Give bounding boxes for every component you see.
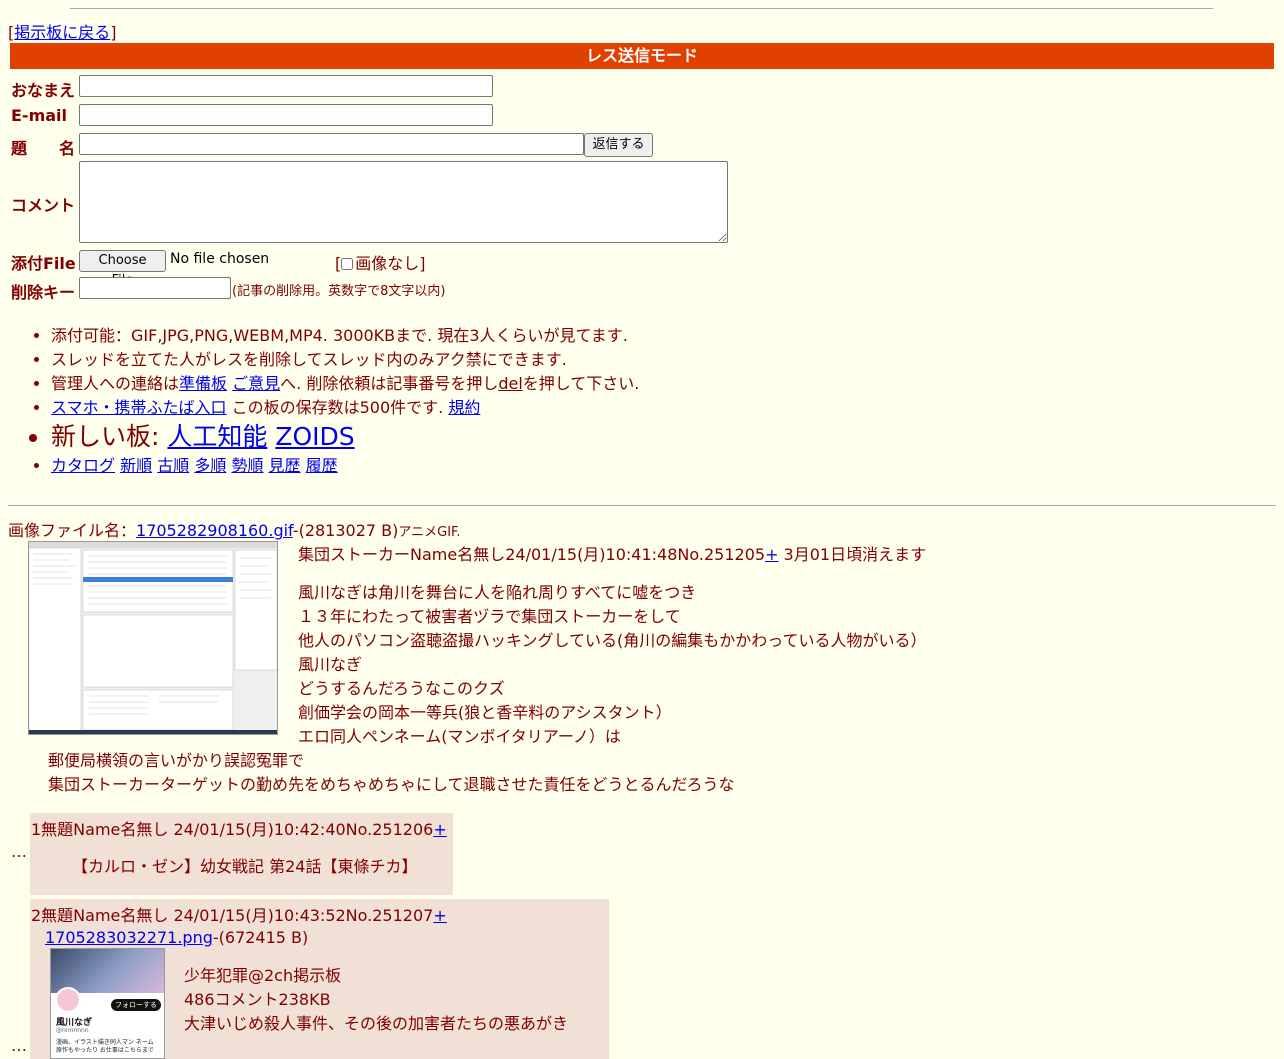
note-thread-ban: スレッドを立てた人がレスを削除してスレッド内のみアク禁にできます.	[51, 348, 639, 372]
op-body-line: １３年にわたって被害者ヅラで集団ストーカーをして	[298, 607, 681, 626]
avatar	[55, 987, 81, 1013]
file-label: 添付File	[11, 254, 76, 273]
op-thumbnail[interactable]	[28, 541, 278, 735]
new-boards-label: 新しい板:	[51, 422, 168, 451]
op-body-continued: 郵便局横領の言いがかり誤認冤罪で 集団ストーカーターゲットの勤め先をめちゃめちゃ…	[48, 749, 735, 797]
note-contact-text3: を押して下さい.	[522, 374, 640, 393]
prep-board-link[interactable]: 準備板	[179, 374, 227, 393]
op-file-link[interactable]: 1705282908160.gif	[136, 521, 293, 540]
note-new-boards: 新しい板: 人工知能 ZOIDS	[51, 420, 639, 454]
reply-1-plus-link[interactable]: +	[433, 820, 446, 839]
post-history-link[interactable]: 履歴	[306, 456, 338, 475]
mobile-entry-link[interactable]: スマホ・携帯ふたば入口	[51, 398, 227, 417]
file-status: No file chosen	[170, 251, 270, 267]
follow-button: フォローする	[111, 999, 161, 1011]
email-input[interactable]	[79, 104, 493, 126]
op-body-line: 風川なぎは角川を舞台に人を陥れ周りすべてに嘘をつき	[298, 583, 697, 602]
reply-1-header: 1無題Name名無し 24/01/15(月)10:42:40No.251206+	[31, 816, 447, 840]
catalog-link[interactable]: カタログ	[51, 456, 115, 475]
note-contact-text2: へ. 削除依頼は記事番号を押し	[280, 374, 499, 393]
sort-many-link[interactable]: 多順	[194, 456, 226, 475]
no-image-option: [画像なし]	[335, 250, 426, 274]
op-plus-link[interactable]: +	[765, 545, 778, 564]
delete-key-input[interactable]	[79, 277, 231, 299]
reply-2-body-line: 大津いじめ殺人事件、その後の加害者たちの悪あがき	[184, 1014, 569, 1033]
op-file-type: アニメGIF.	[398, 525, 461, 540]
reply-2-dots: …	[11, 1036, 27, 1055]
op-thumbnail-image	[29, 542, 277, 734]
reply-2-body: 少年犯罪@2ch掲示板 486コメント238KB 大津いじめ殺人事件、その後の加…	[184, 964, 568, 1036]
delete-key-label: 削除キー	[11, 283, 76, 302]
reply-1-dots: …	[11, 842, 27, 861]
name-input[interactable]	[79, 75, 493, 97]
subject-label: 題 名	[11, 139, 76, 158]
subject-input[interactable]	[79, 133, 584, 155]
reply-2-body-line: 486コメント238KB	[184, 990, 331, 1009]
ai-board-link[interactable]: 人工知能	[167, 422, 267, 451]
bracket-close: ]	[110, 23, 117, 42]
thread-divider	[8, 505, 1276, 507]
comment-textarea[interactable]	[79, 161, 728, 243]
back-link[interactable]: 掲示板に戻る	[14, 23, 110, 42]
op-file-info: 画像ファイル名：1705282908160.gif-(2813027 B)アニメ…	[8, 517, 461, 541]
op-body-line: 他人のパソコン盗聴盗撮ハッキングしている(角川の編集もかかわっている人物がいる）	[298, 631, 927, 650]
note-contact: 管理人への連絡は準備板 ご意見へ. 削除依頼は記事番号を押しdelを押して下さい…	[51, 372, 639, 396]
del-link[interactable]: del	[498, 374, 522, 393]
op-body-line: 集団ストーカーターゲットの勤め先をめちゃめちゃにして退職させた責任をどうとるんだ…	[48, 775, 735, 794]
comment-label: コメント	[11, 196, 76, 215]
reply-2: 2無題Name名無し 24/01/15(月)10:43:52No.251207+…	[30, 899, 609, 1059]
note-contact-text: 管理人への連絡は	[51, 374, 180, 393]
top-divider	[70, 8, 1213, 10]
reply-submit-button[interactable]: 返信する	[584, 133, 653, 157]
reply-2-body-line: 少年犯罪@2ch掲示板	[184, 966, 342, 985]
op-header: 集団ストーカーName名無し24/01/15(月)10:41:48No.2512…	[298, 541, 926, 565]
reply-2-file-size: -(672415 B)	[212, 928, 309, 947]
profile-handle: @nnnnnnn	[56, 1027, 89, 1034]
reply-1: 1無題Name名無し 24/01/15(月)10:42:40No.251206+…	[30, 813, 453, 895]
op-body-line: 郵便局横領の言いがかり誤認冤罪で	[48, 751, 305, 770]
sort-old-link[interactable]: 古順	[157, 456, 189, 475]
reply-2-file-link[interactable]: 1705283032271.png	[45, 928, 213, 947]
rules-link[interactable]: 規約	[448, 398, 480, 417]
op-file-size: -(2813027 B)	[292, 521, 399, 540]
note-sort-links: カタログ 新順 古順 多順 勢順 見歴 履歴	[51, 454, 639, 478]
reply-2-plus-link[interactable]: +	[433, 906, 446, 925]
reply-1-header-text: 1無題Name名無し 24/01/15(月)10:42:40No.251206	[31, 820, 434, 839]
feedback-link[interactable]: ご意見	[232, 374, 280, 393]
note-attachments: 添付可能：GIF,JPG,PNG,WEBM,MP4. 3000KBまで. 現在3…	[51, 324, 639, 348]
back-to-board: [掲示板に戻る]	[8, 19, 117, 43]
profile-bio: 原作もやったり お仕事はこちらまで	[56, 1047, 154, 1054]
reply-2-file-info: 1705283032271.png-(672415 B)	[45, 926, 308, 950]
op-body-line: 創価学会の岡本一等兵(狼と香辛料のアシスタント）	[298, 703, 672, 722]
reply-2-header: 2無題Name名無し 24/01/15(月)10:43:52No.251207+	[31, 902, 447, 926]
zoids-board-link[interactable]: ZOIDS	[275, 422, 354, 451]
sort-momentum-link[interactable]: 勢順	[231, 456, 263, 475]
name-label: おなまえ	[11, 81, 76, 100]
op-body-line: エロ同人ペンネーム(マンボイタリアーノ）は	[298, 727, 621, 746]
note-storage-text: この板の保存数は500件です.	[226, 398, 449, 417]
sort-new-link[interactable]: 新順	[120, 456, 152, 475]
op-body: 風川なぎは角川を舞台に人を陥れ周りすべてに嘘をつき １３年にわたって被害者ヅラで…	[298, 581, 926, 749]
op-body-line: どうするんだろうなこのクズ	[298, 679, 505, 698]
note-mobile: スマホ・携帯ふたば入口 この板の保存数は500件です. 規約	[51, 396, 639, 420]
reply-2-thumbnail[interactable]: フォローする 風川なぎ @nnnnnnn 漫画、イラスト描き同人マン ネーム 原…	[50, 948, 165, 1059]
reply-2-header-text: 2無題Name名無し 24/01/15(月)10:43:52No.251207	[31, 906, 434, 925]
board-notes: 添付可能：GIF,JPG,PNG,WEBM,MP4. 3000KBまで. 現在3…	[0, 324, 639, 478]
email-label: E-mail	[11, 106, 68, 125]
viewed-history-link[interactable]: 見歴	[269, 456, 301, 475]
reply-mode-banner: レス送信モード	[10, 43, 1274, 69]
op-header-text: 集団ストーカーName名無し24/01/15(月)10:41:48No.2512…	[298, 545, 766, 564]
choose-file-button[interactable]: Choose File	[79, 250, 166, 288]
delete-key-note: (記事の削除用。英数字で8文字以内)	[232, 284, 446, 299]
no-image-checkbox[interactable]	[341, 258, 354, 270]
op-body-line: 風川なぎ	[298, 655, 363, 674]
op-file-prefix: 画像ファイル名：	[8, 521, 137, 540]
op-expire: 3月01日頃消えます	[778, 545, 927, 564]
reply-1-body: 【カルロ・ゼン】幼女戦記 第24話【東條チカ】	[72, 857, 418, 876]
no-image-label: 画像なし]	[355, 254, 426, 273]
